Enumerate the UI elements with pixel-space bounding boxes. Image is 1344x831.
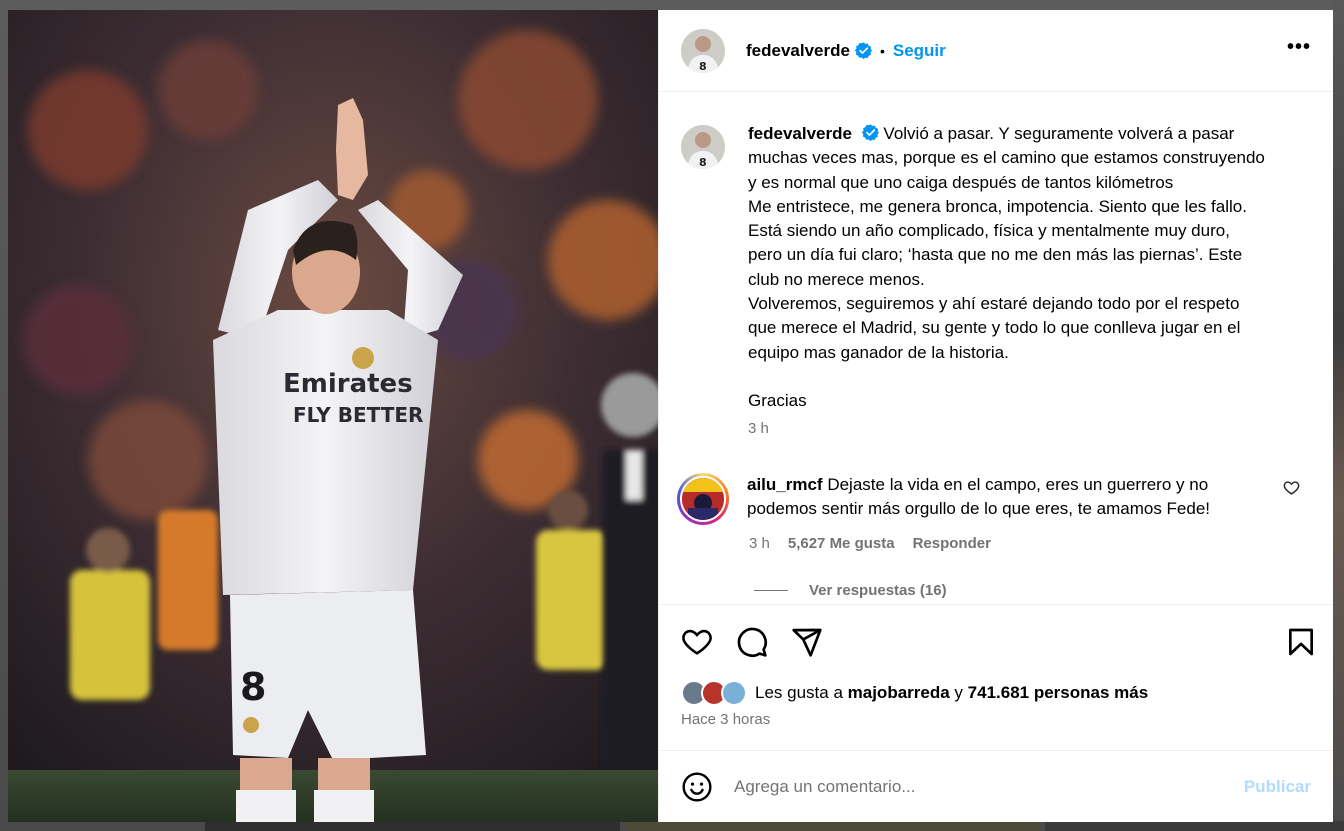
comment-text: ailu_rmcf Dejaste la vida en el campo, e…: [747, 473, 1267, 525]
comment-like-heart-icon[interactable]: [1283, 479, 1300, 496]
author-username[interactable]: fedevalverde: [746, 41, 850, 61]
backdrop-thumb: [625, 821, 1040, 831]
post-modal: Emirates FLY BETTER 8 8 fedevalverde • S…: [8, 10, 1333, 822]
post-header: 8 fedevalverde • Seguir •••: [659, 10, 1333, 92]
svg-text:8: 8: [699, 156, 707, 169]
svg-text:8: 8: [699, 60, 707, 73]
caption-line: pero un día fui claro; ‘hasta que no me …: [748, 245, 1243, 265]
verified-badge-icon: [861, 124, 879, 141]
comment-item: ailu_rmcf Dejaste la vida en el campo, e…: [677, 472, 1311, 525]
follow-button[interactable]: Seguir: [893, 41, 946, 61]
caption-text: fedevalverde Volvió a pasar. Y seguramen…: [748, 122, 1313, 414]
commenter-username[interactable]: ailu_rmcf: [747, 475, 823, 494]
liker-avatars[interactable]: [681, 680, 747, 706]
caption-line-text: Volvió a pasar. Y seguramente volverá a …: [883, 124, 1235, 143]
liker-username[interactable]: majobarreda: [848, 683, 950, 703]
likes-others-link[interactable]: 741.681 personas más: [968, 683, 1149, 703]
caption-username[interactable]: fedevalverde: [748, 124, 852, 143]
heart-icon[interactable]: [681, 626, 713, 658]
svg-text:FLY BETTER: FLY BETTER: [293, 403, 423, 427]
caption-line: Está siendo un año complicado, física y …: [748, 221, 1230, 241]
comment-line: Dejaste la vida en el campo, eres un gue…: [827, 474, 1209, 494]
caption-time[interactable]: 3 h: [748, 420, 1313, 437]
header-separator: •: [879, 42, 885, 59]
caption-line: Me entristece, me genera bronca, impoten…: [748, 196, 1247, 216]
commenter-avatar[interactable]: [677, 472, 729, 525]
caption-row: 8 fedevalverde Volvió a pasar. Y seguram…: [681, 122, 1311, 437]
view-replies-button[interactable]: Ver respuestas (16): [754, 582, 1311, 599]
caption-avatar[interactable]: 8: [681, 125, 725, 169]
svg-text:8: 8: [240, 665, 266, 709]
bookmark-icon[interactable]: [1285, 626, 1317, 658]
action-bar: [659, 604, 1333, 678]
emoji-icon[interactable]: [681, 771, 713, 803]
reply-button[interactable]: Responder: [913, 535, 991, 552]
comment-meta: 3 h 5,627 Me gusta Responder: [749, 535, 1311, 552]
post-photo[interactable]: Emirates FLY BETTER 8: [8, 10, 658, 822]
likes-prefix: Les gusta a: [755, 683, 843, 702]
more-options-icon[interactable]: •••: [1287, 37, 1311, 65]
caption-line: que merece el Madrid, su gente y todo lo…: [748, 318, 1241, 338]
caption-line: fedevalverde Volvió a pasar. Y seguramen…: [748, 122, 1313, 146]
caption-line: muchas veces mas, porque es el camino qu…: [748, 148, 1265, 168]
likes-summary: Les gusta a majobarreda y 741.681 person…: [659, 678, 1333, 708]
publish-button[interactable]: Publicar: [1244, 777, 1311, 797]
comments-area[interactable]: 8 fedevalverde Volvió a pasar. Y seguram…: [659, 92, 1333, 604]
comment-input[interactable]: [734, 776, 1244, 797]
comment-icon[interactable]: [736, 626, 768, 658]
comment-likes-count[interactable]: 5,627 Me gusta: [788, 535, 895, 552]
view-replies-label: Ver respuestas (16): [809, 581, 947, 599]
post-timestamp[interactable]: Hace 3 horas: [659, 708, 1333, 750]
svg-text:Emirates: Emirates: [283, 369, 413, 399]
caption-line: club no merece menos.: [748, 269, 925, 289]
comment-time[interactable]: 3 h: [749, 535, 770, 552]
post-side-panel: 8 fedevalverde • Seguir ••• 8 fedevalver…: [658, 10, 1333, 822]
liker-avatar: [721, 680, 747, 706]
comment-composer: Publicar: [659, 750, 1333, 822]
share-icon[interactable]: [791, 626, 823, 658]
backdrop-thumb: [1045, 821, 1344, 831]
likes-conjunction: y: [954, 683, 963, 702]
backdrop-thumb: [205, 821, 620, 831]
caption-line: equipo mas ganador de la historia.: [748, 342, 1009, 362]
caption-closing: Gracias: [748, 391, 807, 411]
author-avatar[interactable]: 8: [681, 28, 725, 73]
comment-line: podemos sentir más orgullo de lo que ere…: [747, 498, 1211, 518]
player-photo-image: Emirates FLY BETTER 8: [8, 10, 658, 822]
caption-line: Volveremos, seguiremos y ahí estaré deja…: [748, 294, 1240, 314]
replies-divider: [754, 589, 788, 591]
backdrop-edge: [1332, 0, 1344, 831]
verified-badge-icon: [854, 42, 872, 59]
caption-line: y es normal que uno caiga después de tan…: [748, 172, 1174, 192]
